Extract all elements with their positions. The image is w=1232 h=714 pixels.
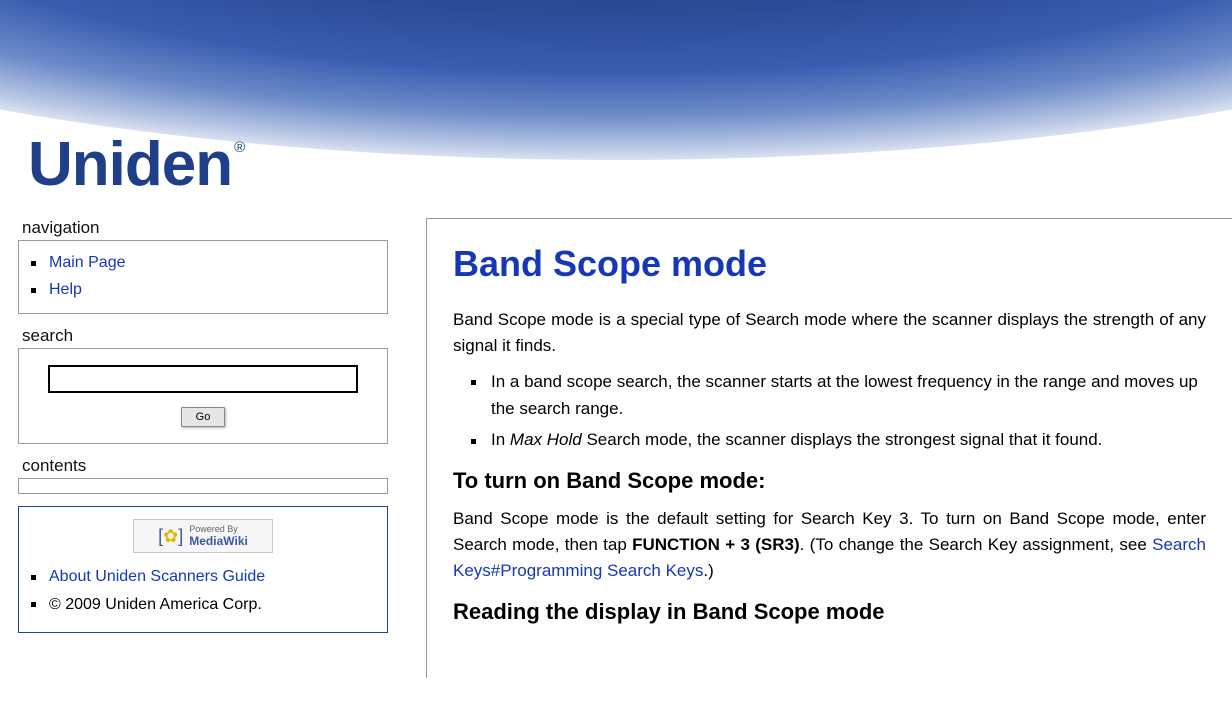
search-heading: search (22, 326, 388, 346)
mediawiki-icon: [✿] (158, 527, 183, 545)
footer-text-copyright: © 2009 Uniden America Corp. (49, 596, 262, 613)
contents-heading: contents (22, 456, 388, 476)
sidebar: navigation Main Page Help search Go cont… (18, 218, 388, 645)
text: Search mode, the scanner displays the st… (582, 430, 1103, 449)
search-portlet: search Go (18, 326, 388, 444)
turn-on-paragraph: Band Scope mode is the default setting f… (453, 506, 1206, 585)
go-button[interactable]: Go (181, 407, 226, 427)
nav-portlet: navigation Main Page Help (18, 218, 388, 314)
subheading-reading-display: Reading the display in Band Scope mode (453, 599, 1206, 625)
mediawiki-text: Powered By MediaWiki (189, 525, 248, 548)
contents-body-empty (18, 478, 388, 494)
logo-text: Uniden (28, 130, 232, 199)
search-input[interactable] (48, 365, 358, 393)
nav-item-main-page[interactable]: Main Page (49, 249, 377, 276)
nav-link-help[interactable]: Help (49, 281, 82, 298)
list-item: In a band scope search, the scanner star… (491, 368, 1206, 422)
nav-item-help[interactable]: Help (49, 276, 377, 303)
intro-paragraph: Band Scope mode is a special type of Sea… (453, 307, 1206, 358)
footer-body: [✿] Powered By MediaWiki About Uniden Sc… (18, 506, 388, 632)
footer-item-copyright: © 2009 Uniden America Corp. (49, 591, 377, 618)
text: . (To change the Search Key assignment, … (800, 535, 1152, 554)
footer-link-about[interactable]: About Uniden Scanners Guide (49, 568, 265, 585)
header-banner: Uniden® (0, 0, 1232, 200)
nav-heading: navigation (22, 218, 388, 238)
emphasis-max-hold: Max Hold (510, 430, 582, 449)
text: .) (703, 561, 713, 580)
footer-item-about[interactable]: About Uniden Scanners Guide (49, 563, 377, 590)
registered-mark: ® (234, 139, 244, 156)
brand-logo: Uniden® (28, 134, 242, 196)
text: In (491, 430, 510, 449)
contents-portlet: contents (18, 456, 388, 494)
key-combo: FUNCTION + 3 (SR3) (632, 535, 800, 554)
mediawiki-line2: MediaWiki (189, 535, 248, 548)
list-item: In Max Hold Search mode, the scanner dis… (491, 426, 1206, 453)
page-title: Band Scope mode (453, 243, 1206, 285)
footer-portlet: [✿] Powered By MediaWiki About Uniden Sc… (18, 506, 388, 632)
nav-link-main-page[interactable]: Main Page (49, 254, 126, 271)
subheading-turn-on: To turn on Band Scope mode: (453, 468, 1206, 494)
mediawiki-badge[interactable]: [✿] Powered By MediaWiki (133, 519, 273, 553)
article-content: Band Scope mode Band Scope mode is a spe… (426, 218, 1232, 678)
nav-body: Main Page Help (18, 240, 388, 314)
search-body: Go (18, 348, 388, 444)
intro-list: In a band scope search, the scanner star… (453, 368, 1206, 454)
